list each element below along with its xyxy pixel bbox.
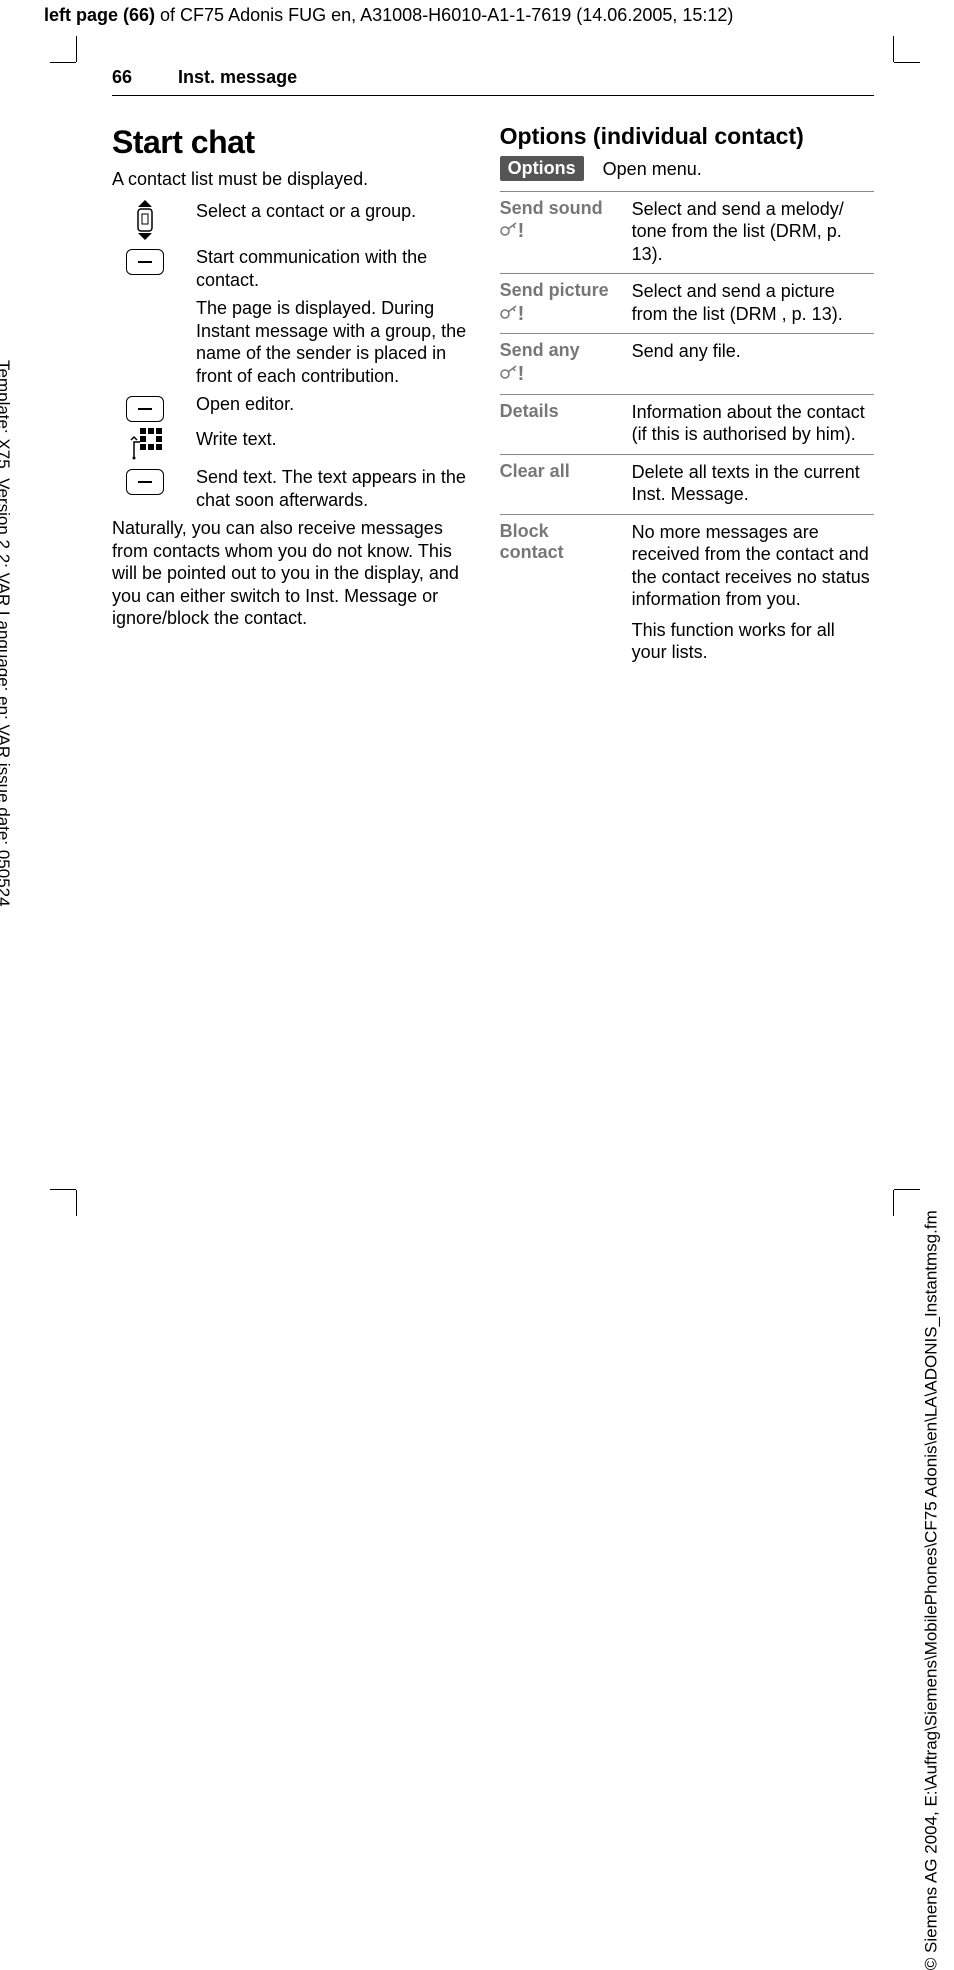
running-head: 66 Inst. message xyxy=(112,66,874,96)
options-open: Options Open menu. xyxy=(500,156,874,181)
instruction-row: Select a contact or a group. xyxy=(112,200,472,240)
option-name: Send picture ! xyxy=(500,280,618,325)
template-info: Template: X75, Version 2.2; VAR Language… xyxy=(0,360,14,907)
instruction-row: The page is displayed. During Instant me… xyxy=(112,297,472,387)
option-name: Block contact xyxy=(500,521,618,664)
instruction-icon-cell xyxy=(112,393,178,422)
option-row: Clear all Delete all texts in the current… xyxy=(500,455,874,515)
instruction-row: Open editor. xyxy=(112,393,472,422)
option-row: Send picture ! Select and send a picture … xyxy=(500,274,874,334)
instruction-row: Start communication with the contact. xyxy=(112,246,472,291)
start-chat-intro: A contact list must be displayed. xyxy=(112,168,472,191)
option-desc: Select and send a melody/ tone from the … xyxy=(632,198,874,266)
instruction-text: Start communication with the contact. xyxy=(196,246,472,291)
doc-header-left: left page (66) xyxy=(44,5,155,25)
option-name: Send sound! xyxy=(500,198,618,266)
option-name: Send any! xyxy=(500,340,618,385)
doc-header-rest: of CF75 Adonis FUG en, A31008-H6010-A1-1… xyxy=(155,5,733,25)
option-desc: No more messages are received from the c… xyxy=(632,521,874,664)
instruction-text: Select a contact or a group. xyxy=(196,200,472,240)
drm-icon: ! xyxy=(500,221,525,243)
option-row: Details Information about the contact (if… xyxy=(500,395,874,455)
source-path: © Siemens AG 2004, E:\Auftrag\Siemens\Mo… xyxy=(921,1210,942,1970)
instruction-text: The page is displayed. During Instant me… xyxy=(196,297,472,387)
instruction-text: Send text. The text appears in the chat … xyxy=(196,466,472,511)
page-number: 66 xyxy=(112,66,132,89)
option-desc: Delete all texts in the current Inst. Me… xyxy=(632,461,874,506)
instruction-row: Send text. The text appears in the chat … xyxy=(112,466,472,511)
left-column: Start chat A contact list must be displa… xyxy=(112,122,472,672)
instruction-row: Write text. xyxy=(112,428,472,460)
scroll-icon xyxy=(112,200,178,240)
instruction-icon-cell xyxy=(112,297,178,387)
instruction-icon-cell xyxy=(112,428,178,460)
start-chat-footer: Naturally, you can also receive messages… xyxy=(112,517,472,630)
option-name: Details xyxy=(500,401,618,446)
option-desc: Information about the contact (if this i… xyxy=(632,401,874,446)
open-menu-text: Open menu. xyxy=(603,158,702,181)
instruction-text: Open editor. xyxy=(196,393,472,422)
instruction-icon-cell xyxy=(112,200,178,240)
option-name: Clear all xyxy=(500,461,618,506)
instruction-icon-cell xyxy=(112,246,178,291)
softkey-icon xyxy=(126,469,164,495)
right-column: Options (individual contact) Options Ope… xyxy=(500,122,874,672)
keypad-icon xyxy=(112,428,178,460)
drm-icon: ! xyxy=(500,364,525,386)
instruction-icon-cell xyxy=(112,466,178,511)
page-root: left page (66) of CF75 Adonis FUG en, A3… xyxy=(0,0,954,1246)
option-row: Send any! Send any file. xyxy=(500,334,874,394)
options-heading: Options (individual contact) xyxy=(500,122,874,151)
options-softkey[interactable]: Options xyxy=(500,156,584,181)
option-desc: Select and send a picture from the list … xyxy=(632,280,874,325)
softkey-icon xyxy=(126,249,164,275)
content-area: 66 Inst. message Start chat A contact li… xyxy=(76,36,894,1216)
softkey-icon xyxy=(126,396,164,422)
section-name: Inst. message xyxy=(178,66,297,89)
option-desc: Send any file. xyxy=(632,340,874,385)
start-chat-title: Start chat xyxy=(112,122,472,162)
instruction-text: Write text. xyxy=(196,428,472,460)
doc-header: left page (66) of CF75 Adonis FUG en, A3… xyxy=(44,4,942,27)
option-row: Send sound!Select and send a melody/ ton… xyxy=(500,192,874,275)
drm-icon: ! xyxy=(500,304,525,326)
options-table: Send sound!Select and send a melody/ ton… xyxy=(500,191,874,672)
option-row: Block contactNo more messages are receiv… xyxy=(500,515,874,672)
